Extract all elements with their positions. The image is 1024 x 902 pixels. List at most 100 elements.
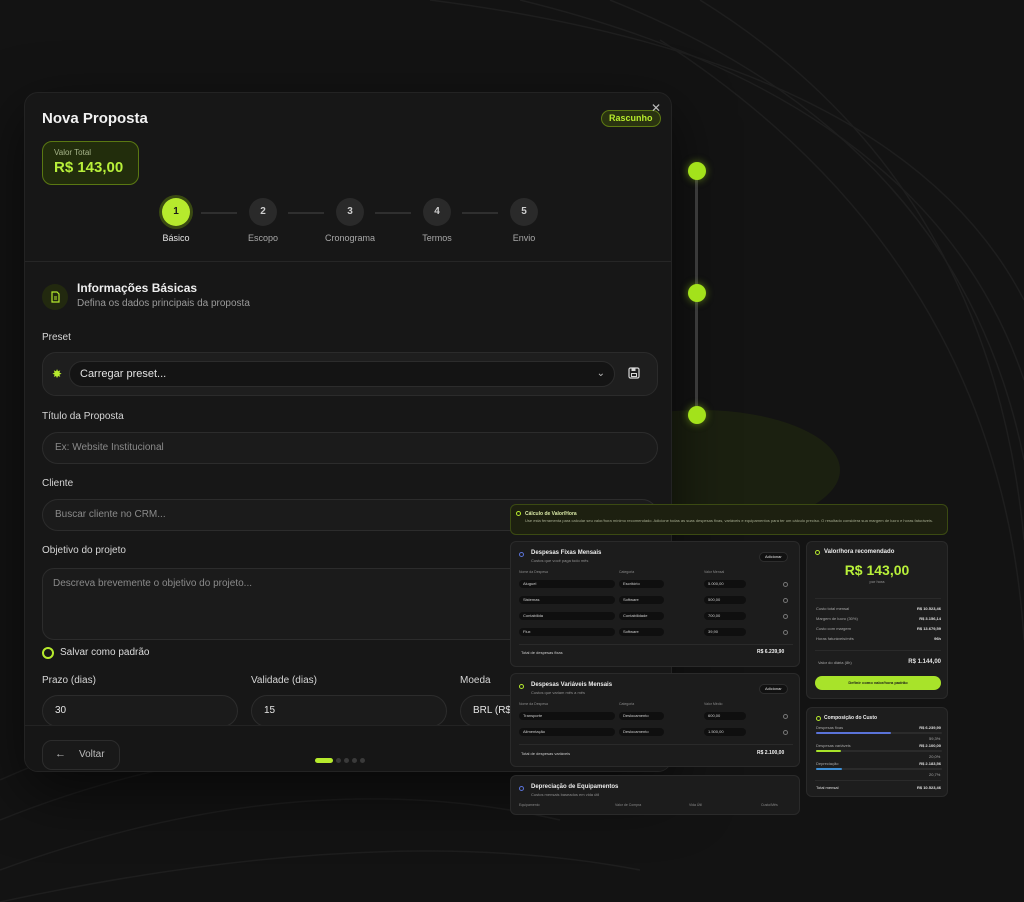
- save-default-checkbox[interactable]: [42, 647, 54, 659]
- card-title: Despesas Variáveis Mensais: [531, 682, 613, 688]
- equipment-card: Depreciação de Equipamentos Custos mensa…: [510, 775, 800, 815]
- deadline-label: Prazo (dias): [42, 675, 96, 686]
- delete-icon[interactable]: [783, 614, 788, 619]
- step-envio[interactable]: 5 Envio: [494, 198, 554, 243]
- comp-label: Despesas variáveis: [816, 743, 851, 748]
- add-variable-button[interactable]: Adicionar: [759, 684, 788, 694]
- validity-label: Validade (dias): [251, 675, 317, 686]
- timeline-dot: [688, 406, 706, 424]
- expense-name[interactable]: Flux: [519, 628, 615, 636]
- step-connector: [288, 212, 324, 214]
- expense-name[interactable]: Contabilida: [519, 612, 615, 620]
- comp-bar-fill: [816, 732, 891, 734]
- total-label: Total de despesas fixas: [521, 650, 563, 655]
- page-dot[interactable]: [336, 758, 341, 764]
- step-label: Envio: [512, 233, 536, 243]
- kv-label: Custo com margem: [816, 626, 851, 631]
- client-label: Cliente: [42, 478, 74, 489]
- delete-icon[interactable]: [783, 714, 788, 719]
- back-button[interactable]: ← Voltar: [42, 740, 120, 770]
- expense-category[interactable]: Escritório: [619, 580, 664, 588]
- expense-name[interactable]: Transporte: [519, 712, 615, 720]
- section-title: Informações Básicas: [77, 281, 198, 295]
- calc-title: Cálculo de Valor/Hora: [525, 511, 577, 517]
- calc-banner: Cálculo de Valor/Hora Use esta ferrament…: [510, 504, 948, 535]
- section-subtitle: Defina os dados principais da proposta: [77, 298, 250, 309]
- total-value: R$ 143,00: [54, 159, 124, 176]
- pie-icon: [816, 716, 821, 721]
- validity-input[interactable]: 15: [251, 695, 447, 727]
- expense-value[interactable]: 600,00: [704, 712, 746, 720]
- total-value-box: Valor Total R$ 143,00: [42, 141, 139, 185]
- expense-value[interactable]: 500,00: [704, 596, 746, 604]
- expense-value[interactable]: 5.000,00: [704, 580, 746, 588]
- column-header: Valor Mensal: [704, 570, 725, 574]
- fixed-expenses-card: Despesas Fixas Mensais Custos que você p…: [510, 541, 800, 667]
- delete-icon[interactable]: [783, 630, 788, 635]
- total-value: R$ 2.100,00: [757, 750, 785, 756]
- page-dot[interactable]: [315, 758, 333, 764]
- step-termos[interactable]: 4 Termos: [407, 198, 467, 243]
- step-cronograma[interactable]: 3 Cronograma: [320, 198, 380, 243]
- expense-category[interactable]: Software: [619, 628, 664, 636]
- page-dot[interactable]: [344, 758, 349, 764]
- delete-icon[interactable]: [783, 730, 788, 735]
- step-basico[interactable]: 1 Básico: [146, 198, 206, 243]
- column-header: Equipamento: [519, 803, 540, 807]
- comp-percent: 59,3%: [929, 736, 941, 741]
- recommended-rate-card: Valor/hora recomendado R$ 143,00 por hor…: [806, 541, 948, 699]
- step-label: Termos: [422, 233, 452, 243]
- column-header: Nome da Despesa: [519, 702, 548, 706]
- new-proposal-modal: Nova Proposta Rascunho ✕ Valor Total R$ …: [24, 92, 672, 772]
- comp-bar-fill: [816, 750, 842, 752]
- save-icon[interactable]: [628, 367, 640, 379]
- add-fixed-button[interactable]: Adicionar: [759, 552, 788, 562]
- delete-icon[interactable]: [783, 598, 788, 603]
- expense-category[interactable]: Software: [619, 596, 664, 604]
- dollar-icon: [815, 550, 820, 555]
- expense-category[interactable]: Deslocamento: [619, 728, 664, 736]
- preset-select[interactable]: Carregar preset... ⌄: [69, 361, 615, 387]
- expense-name[interactable]: Aluguel: [519, 580, 615, 588]
- step-label: Escopo: [247, 233, 279, 243]
- proposal-title-label: Título da Proposta: [42, 411, 124, 422]
- proposal-title-input[interactable]: Ex: Website Institucional: [42, 432, 658, 464]
- step-escopo[interactable]: 2 Escopo: [233, 198, 293, 243]
- column-header: Nome da Despesa: [519, 570, 548, 574]
- expense-category[interactable]: Deslocamento: [619, 712, 664, 720]
- column-header: Categoria: [619, 570, 635, 574]
- timeline-dot: [688, 284, 706, 302]
- step-connector: [462, 212, 498, 214]
- expense-value[interactable]: 700,00: [704, 612, 746, 620]
- card-subtitle: Custos que você paga todo mês: [531, 558, 589, 563]
- expense-name[interactable]: Sistemas: [519, 596, 615, 604]
- card-title: Depreciação de Equipamentos: [531, 784, 619, 790]
- deadline-input[interactable]: 30: [42, 695, 238, 727]
- column-header: Vida Útil: [689, 803, 702, 807]
- comp-bar-fill: [816, 768, 843, 770]
- monitor-icon: [519, 786, 524, 791]
- total-label: Total de despesas variáveis: [521, 751, 571, 756]
- kv-value: R$ 13.679,59: [916, 626, 941, 631]
- document-icon: [42, 284, 68, 310]
- expense-name[interactable]: Alimentação: [519, 728, 615, 736]
- preset-row: ✸ Carregar preset... ⌄: [42, 352, 658, 396]
- kv-label: Margem de lucro (30%): [816, 616, 858, 621]
- delete-icon[interactable]: [783, 582, 788, 587]
- step-number: 1: [162, 198, 190, 226]
- set-default-rate-button[interactable]: Definir como valor/hora padrão: [815, 676, 941, 690]
- expense-value[interactable]: 39,90: [704, 628, 746, 636]
- comp-value: R$ 2.183,56: [919, 761, 941, 766]
- per-hour-label: por hora: [869, 579, 885, 584]
- recommended-value: R$ 143,00: [844, 562, 910, 578]
- expense-category[interactable]: Contabilidade: [619, 612, 664, 620]
- comp-total-label: Total mensal: [816, 785, 839, 790]
- comp-total-value: R$ 10.523,46: [916, 785, 941, 790]
- page-dot[interactable]: [360, 758, 365, 764]
- daily-value: R$ 1.144,00: [908, 659, 941, 665]
- comp-value: R$ 6.239,90: [919, 725, 941, 730]
- page-dot[interactable]: [352, 758, 357, 764]
- close-icon[interactable]: ✕: [651, 101, 661, 115]
- expense-value[interactable]: 1.500,00: [704, 728, 746, 736]
- daily-label: Valor do diária (8h): [818, 660, 852, 665]
